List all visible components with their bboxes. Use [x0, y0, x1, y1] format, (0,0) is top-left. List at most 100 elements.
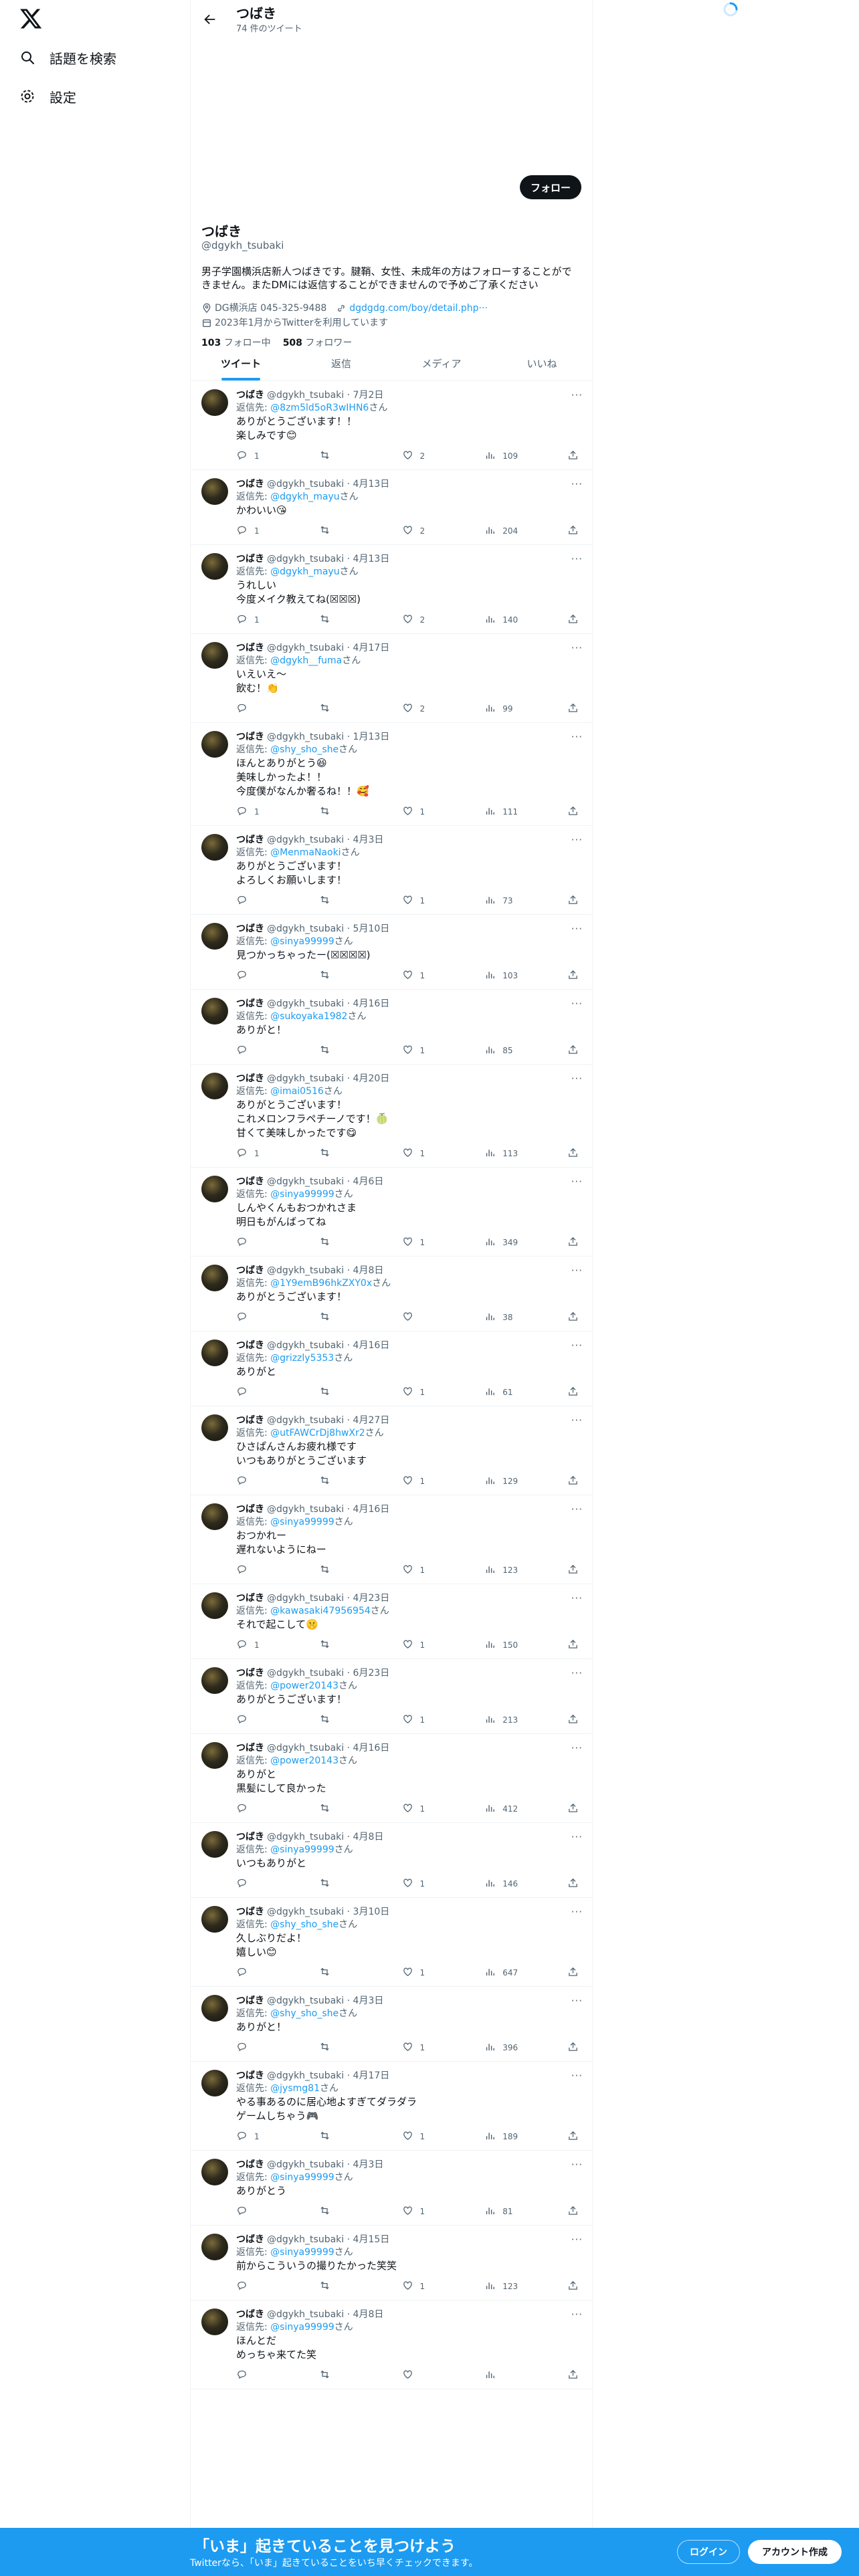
reply-button[interactable]: 1 — [236, 613, 310, 627]
tweet-date[interactable]: 4月16日 — [353, 1340, 390, 1351]
reply-to-handle[interactable]: @grizzly5353 — [270, 1353, 334, 1364]
like-button[interactable]: 2 — [402, 613, 476, 627]
more-options-icon[interactable]: ··· — [571, 1503, 583, 1515]
like-button[interactable]: 1 — [402, 2205, 476, 2218]
like-button[interactable]: 1 — [402, 805, 476, 819]
tweet-author-handle[interactable]: @dgykh_tsubaki — [267, 732, 344, 742]
tweet-author-name[interactable]: つばき — [236, 1265, 264, 1276]
views-button[interactable]: 38 — [484, 1311, 558, 1324]
views-button[interactable]: 99 — [484, 702, 558, 716]
like-button[interactable]: 1 — [402, 894, 476, 907]
more-options-icon[interactable]: ··· — [571, 478, 583, 490]
tweet-author-name[interactable]: つばき — [236, 479, 264, 490]
like-button[interactable]: 1 — [402, 1564, 476, 1577]
tweet-author-handle[interactable]: @dgykh_tsubaki — [267, 2159, 344, 2170]
views-button[interactable]: 111 — [484, 805, 558, 819]
more-options-icon[interactable]: ··· — [571, 1265, 583, 1277]
reply-button[interactable] — [236, 2205, 310, 2218]
tweet-author-handle[interactable]: @dgykh_tsubaki — [267, 390, 344, 401]
like-button[interactable]: 2 — [402, 524, 476, 538]
retweet-button[interactable] — [319, 2130, 393, 2143]
tweet-author-handle[interactable]: @dgykh_tsubaki — [267, 924, 344, 934]
tweet-author-handle[interactable]: @dgykh_tsubaki — [267, 1996, 344, 2006]
reply-button[interactable] — [236, 1802, 310, 1816]
avatar[interactable] — [201, 1667, 228, 1694]
retweet-button[interactable] — [319, 1475, 393, 1488]
retweet-button[interactable] — [319, 1802, 393, 1816]
tweet-author-name[interactable]: つばき — [236, 924, 264, 934]
views-button[interactable]: 140 — [484, 613, 558, 627]
views-button[interactable]: 146 — [484, 1877, 558, 1891]
profile-url-text[interactable]: dgdgdg.com/boy/detail.php··· — [349, 301, 488, 316]
retweet-button[interactable] — [319, 805, 393, 819]
tweet-author-handle[interactable]: @dgykh_tsubaki — [267, 1340, 344, 1351]
views-button[interactable]: 123 — [484, 1564, 558, 1577]
views-button[interactable]: 150 — [484, 1638, 558, 1652]
retweet-button[interactable] — [319, 2280, 393, 2293]
retweet-button[interactable] — [319, 2369, 393, 2382]
reply-to-handle[interactable]: @sinya99999 — [270, 2322, 334, 2333]
tweet[interactable]: ··· つばき @dgykh_tsubaki · 7月2日 返信先: @8zm5ld5… — [191, 381, 592, 470]
tweet-date[interactable]: 4月27日 — [353, 1415, 390, 1426]
reply-button[interactable] — [236, 1044, 310, 1057]
views-button[interactable]: 647 — [484, 1966, 558, 1979]
tweet[interactable]: ··· つばき @dgykh_tsubaki · 4月8日 返信先: @sinya99… — [191, 1823, 592, 1898]
tweet-date[interactable]: 4月17日 — [353, 2070, 390, 2081]
tweet-author-name[interactable]: つばき — [236, 2159, 264, 2170]
like-button[interactable]: 1 — [402, 1236, 476, 1249]
like-button[interactable]: 1 — [402, 1475, 476, 1488]
tweet-author-name[interactable]: つばき — [236, 2070, 264, 2081]
tweet[interactable]: ··· つばき @dgykh_tsubaki · 4月23日 返信先: @kawasa… — [191, 1584, 592, 1659]
tweet-author-name[interactable]: つばき — [236, 1073, 264, 1084]
more-options-icon[interactable]: ··· — [571, 1176, 583, 1188]
reply-to-handle[interactable]: @8zm5ld5oR3wIHN6 — [270, 403, 369, 413]
views-button[interactable]: 61 — [484, 1386, 558, 1399]
views-button[interactable]: 81 — [484, 2205, 558, 2218]
reply-button[interactable]: 1 — [236, 805, 310, 819]
share-button[interactable] — [567, 1236, 579, 1249]
more-options-icon[interactable]: ··· — [571, 1414, 583, 1426]
reply-to-handle[interactable]: @sinya99999 — [270, 2247, 334, 2258]
avatar[interactable] — [201, 2234, 228, 2260]
avatar[interactable] — [201, 1503, 228, 1530]
like-button[interactable]: 1 — [402, 1713, 476, 1727]
more-options-icon[interactable]: ··· — [571, 1742, 583, 1754]
avatar[interactable] — [201, 2159, 228, 2185]
share-button[interactable] — [567, 2041, 579, 2054]
retweet-button[interactable] — [319, 1147, 393, 1160]
avatar[interactable] — [201, 1592, 228, 1619]
tweet[interactable]: ··· つばき @dgykh_tsubaki · 4月20日 返信先: @imai05… — [191, 1065, 592, 1168]
tweet-author-handle[interactable]: @dgykh_tsubaki — [267, 479, 344, 490]
profile-url[interactable]: dgdgdg.com/boy/detail.php··· — [336, 301, 488, 316]
avatar[interactable] — [201, 389, 228, 416]
share-button[interactable] — [567, 1713, 579, 1727]
share-button[interactable] — [567, 1311, 579, 1324]
retweet-button[interactable] — [319, 2041, 393, 2054]
avatar[interactable] — [201, 1831, 228, 1858]
share-button[interactable] — [567, 1386, 579, 1399]
reply-to-handle[interactable]: @shy_sho_she — [270, 2008, 339, 2019]
reply-to-handle[interactable]: @MenmaNaoki — [270, 847, 341, 858]
views-button[interactable]: 204 — [484, 524, 558, 538]
tweet-date[interactable]: 4月3日 — [353, 2159, 384, 2170]
avatar[interactable] — [201, 642, 228, 669]
tweet-author-name[interactable]: つばき — [236, 643, 264, 653]
tab-tweets[interactable]: ツイート — [191, 346, 291, 381]
share-button[interactable] — [567, 1147, 579, 1160]
tweet[interactable]: ··· つばき @dgykh_tsubaki · 4月27日 返信先: @utFAWC… — [191, 1406, 592, 1495]
tweet-date[interactable]: 4月13日 — [353, 479, 390, 490]
follow-button[interactable]: フォロー — [519, 175, 581, 199]
like-button[interactable]: 2 — [402, 449, 476, 463]
views-button[interactable]: 349 — [484, 1236, 558, 1249]
retweet-button[interactable] — [319, 969, 393, 982]
share-button[interactable] — [567, 2369, 579, 2382]
tweet[interactable]: ··· つばき @dgykh_tsubaki · 3月10日 返信先: @shy_sh… — [191, 1898, 592, 1987]
nav-settings[interactable]: 設定 — [19, 83, 76, 110]
tweet-author-name[interactable]: つばき — [236, 1907, 264, 1917]
reply-button[interactable] — [236, 1386, 310, 1399]
tweet-author-name[interactable]: つばき — [236, 1593, 264, 1604]
like-button[interactable]: 1 — [402, 2041, 476, 2054]
tweet-author-name[interactable]: つばき — [236, 2234, 264, 2245]
tweet[interactable]: ··· つばき @dgykh_tsubaki · 4月16日 返信先: @power2… — [191, 1734, 592, 1823]
retweet-button[interactable] — [319, 1877, 393, 1891]
